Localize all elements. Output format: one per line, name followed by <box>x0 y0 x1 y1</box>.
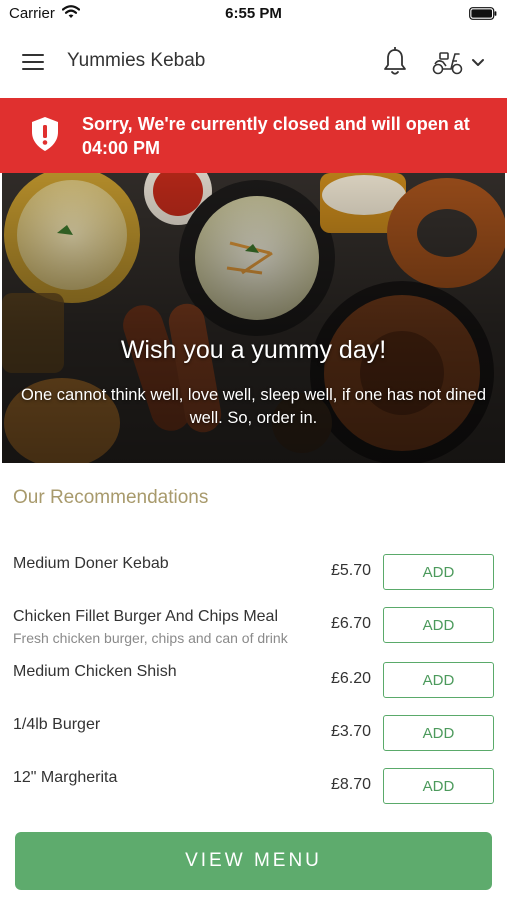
delivery-mode-selector[interactable] <box>432 48 490 78</box>
item-name: Medium Chicken Shish <box>13 663 177 680</box>
bell-icon[interactable] <box>382 47 408 77</box>
recommendation-item: Chicken Fillet Burger And Chips Meal Fre… <box>0 607 507 657</box>
add-button[interactable]: ADD <box>383 662 494 698</box>
battery-icon <box>469 7 497 20</box>
item-price: £8.70 <box>330 776 371 793</box>
item-price: £6.20 <box>330 670 371 687</box>
add-button[interactable]: ADD <box>383 715 494 751</box>
item-name: 1/4lb Burger <box>13 716 101 733</box>
recommendation-item: 12" Margherita £8.70 ADD <box>0 768 507 818</box>
item-name: Chicken Fillet Burger And Chips Meal <box>13 608 279 625</box>
add-button[interactable]: ADD <box>383 607 494 643</box>
item-name: 12" Margherita <box>13 769 118 786</box>
item-name: Medium Doner Kebab <box>13 555 169 572</box>
closed-message: Sorry, We're currently closed and will o… <box>82 114 470 158</box>
status-bar: Carrier 6:55 PM <box>0 0 507 28</box>
shield-alert-icon <box>32 117 58 151</box>
item-description: Fresh chicken burger, chips and can of d… <box>13 630 288 646</box>
add-button[interactable]: ADD <box>383 768 494 804</box>
hero-banner: Wish you a yummy day! One cannot think w… <box>2 173 505 463</box>
menu-icon[interactable] <box>22 53 46 71</box>
item-price: £3.70 <box>330 723 371 740</box>
page-title: Yummies Kebab <box>67 50 206 71</box>
closed-notice-banner: Sorry, We're currently closed and will o… <box>0 98 507 173</box>
recommendation-item: Medium Chicken Shish £6.20 ADD <box>0 662 507 712</box>
scooter-icon <box>432 52 463 75</box>
recommendations-title: Our Recommendations <box>13 487 209 508</box>
hero-subtext: One cannot think well, love well, sleep … <box>20 386 487 427</box>
item-price: £6.70 <box>330 615 371 632</box>
item-price: £5.70 <box>330 562 371 579</box>
hero-heading: Wish you a yummy day! <box>120 336 387 364</box>
recommendation-item: 1/4lb Burger £3.70 ADD <box>0 715 507 765</box>
view-menu-button[interactable]: VIEW MENU <box>15 832 492 890</box>
app-header: Yummies Kebab <box>0 28 507 98</box>
status-time: 6:55 PM <box>225 5 282 22</box>
add-button[interactable]: ADD <box>383 554 494 590</box>
chevron-down-icon <box>472 59 484 66</box>
recommendation-item: Medium Doner Kebab £5.70 ADD <box>0 554 507 604</box>
